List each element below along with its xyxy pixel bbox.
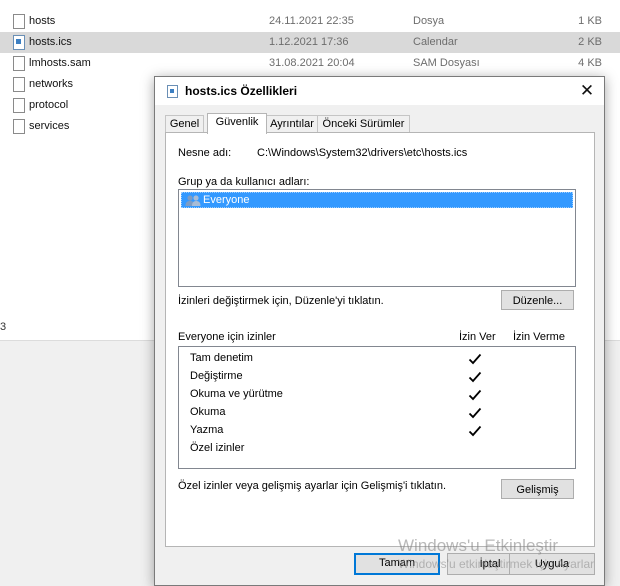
item-count: 3 [0,321,7,333]
file-name: hosts [29,15,56,27]
file-type: SAM Dosyası [413,57,480,69]
calendar-file-icon [167,85,178,98]
file-icon [13,77,25,92]
calendar-file-icon [13,35,25,50]
permissions-for-label: Everyone için izinler [178,331,276,343]
file-size: 2 KB [578,36,602,48]
list-item-everyone[interactable]: Everyone [181,192,573,208]
file-size: 1 KB [578,15,602,27]
groups-listbox[interactable]: Everyone [178,189,576,287]
file-name: networks [29,78,74,90]
file-row-selected[interactable]: hosts.ics 1.12.2021 17:36 Calendar 2 KB [0,32,620,53]
checkmark-icon [468,353,482,365]
file-row[interactable]: hosts 24.11.2021 22:35 Dosya 1 KB [0,11,620,32]
file-icon [13,119,25,134]
file-icon [13,98,25,113]
permission-name: Okuma [190,406,226,418]
file-date: 31.08.2021 20:04 [269,57,355,69]
file-type: Dosya [413,15,445,27]
permissions-list[interactable]: Tam denetim Değiştirme Okuma ve yürütme … [178,346,576,469]
security-panel: Nesne adı: C:\Windows\System32\drivers\e… [165,132,595,547]
file-date: 1.12.2021 17:36 [269,36,349,48]
tab-security[interactable]: Güvenlik [207,113,267,134]
file-date: 24.11.2021 22:35 [269,15,354,27]
file-name: lmhosts.sam [29,57,91,69]
advanced-hint: Özel izinler veya gelişmiş ayarlar için … [178,480,447,492]
file-size: 4 KB [578,57,602,69]
dialog-title: hosts.ics Özellikleri [185,84,298,98]
permission-name: Tam denetim [190,352,253,364]
file-name: services [29,120,70,132]
file-icon [13,14,25,29]
object-name-label: Nesne adı: [178,147,232,159]
checkmark-icon [468,407,482,419]
permission-name: Yazma [190,424,224,436]
checkmark-icon [468,425,482,437]
advanced-button[interactable]: Gelişmiş [501,479,574,499]
tab-details[interactable]: Ayrıntılar [265,115,319,133]
file-type: Calendar [413,36,458,48]
permission-name: Okuma ve yürütme [190,388,283,400]
permission-name: Değiştirme [190,370,243,382]
groups-label: Grup ya da kullanıcı adları: [178,176,310,188]
activation-watermark-subtitle: Windows'u etkinleştirmek için Ayarlar [398,557,595,571]
file-icon [13,56,25,71]
edit-button[interactable]: Düzenle... [501,290,574,310]
file-row[interactable]: lmhosts.sam 31.08.2021 20:04 SAM Dosyası… [0,53,620,74]
user-group-icon [185,195,201,206]
activation-watermark-title: Windows'u Etkinleştir [398,536,559,555]
dialog-titlebar[interactable]: hosts.ics Özellikleri ✕ [155,77,604,105]
checkmark-icon [468,389,482,401]
properties-dialog: hosts.ics Özellikleri ✕ Genel Güvenlik A… [154,76,605,586]
tab-general[interactable]: Genel [165,115,204,133]
close-icon[interactable]: ✕ [576,80,598,102]
file-name: hosts.ics [29,36,72,48]
object-name-value: C:\Windows\System32\drivers\etc\hosts.ic… [257,147,468,159]
list-item-label: Everyone [203,194,250,206]
tab-previous-versions[interactable]: Önceki Sürümler [317,115,410,133]
file-name: protocol [29,99,69,111]
deny-header: İzin Verme [513,331,565,343]
permission-name: Özel izinler [190,442,245,454]
edit-hint: İzinleri değiştirmek için, Düzenle'yi tı… [178,295,384,307]
allow-header: İzin Ver [459,331,496,343]
checkmark-icon [468,371,482,383]
